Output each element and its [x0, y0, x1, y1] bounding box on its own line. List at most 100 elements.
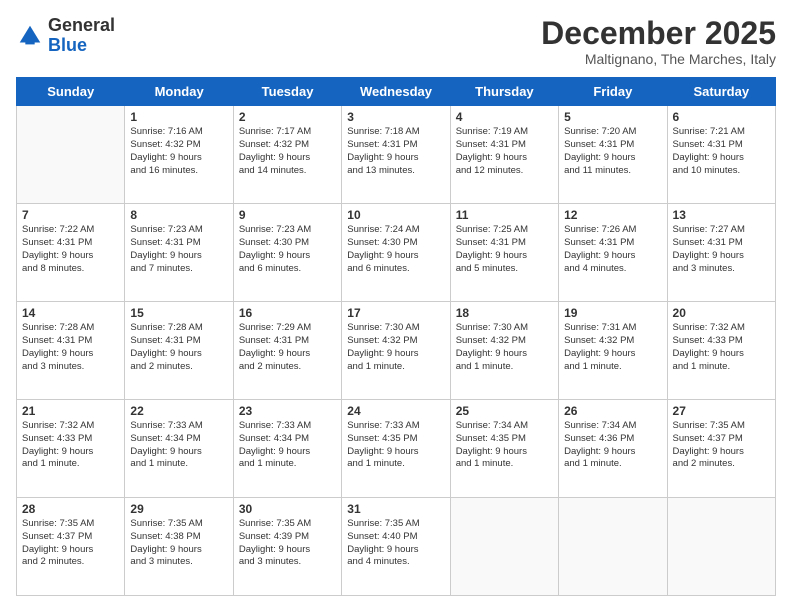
calendar-cell: 8Sunrise: 7:23 AMSunset: 4:31 PMDaylight…: [125, 204, 233, 302]
calendar-cell: 20 Sunrise: 7:32 AMSunset: 4:33 PMDayligh…: [667, 302, 775, 400]
calendar-cell: 26 Sunrise: 7:34 AMSunset: 4:36 PMDayligh…: [559, 400, 667, 498]
day-info: Sunrise: 7:16 AMSunset: 4:32 PMDaylight:…: [130, 126, 227, 177]
calendar-cell: 1Sunrise: 7:16 AMSunset: 4:32 PMDaylight…: [125, 106, 233, 204]
day-info: Sunrise: 7:35 AMSunset: 4:37 PMDaylight:…: [673, 420, 770, 471]
day-number: 12: [564, 208, 661, 222]
day-number: 3: [347, 110, 444, 124]
day-header-saturday: Saturday: [667, 78, 775, 106]
day-number: 7: [22, 208, 119, 222]
week-row-1: 7 Sunrise: 7:22 AMSunset: 4:31 PMDaylight…: [17, 204, 776, 302]
day-info: Sunrise: 7:35 AMSunset: 4:40 PMDaylight:…: [347, 518, 444, 569]
day-info: Sunrise: 7:35 AMSunset: 4:38 PMDaylight:…: [130, 518, 227, 569]
calendar-cell: [559, 498, 667, 596]
calendar-cell: 10Sunrise: 7:24 AMSunset: 4:30 PMDayligh…: [342, 204, 450, 302]
day-number: 28: [22, 502, 119, 516]
day-info: Sunrise: 7:30 AMSunset: 4:32 PMDaylight:…: [347, 322, 444, 373]
day-number: 4: [456, 110, 553, 124]
day-info: Sunrise: 7:17 AMSunset: 4:32 PMDaylight:…: [239, 126, 336, 177]
day-info: Sunrise: 7:34 AMSunset: 4:35 PMDaylight:…: [456, 420, 553, 471]
calendar-cell: [450, 498, 558, 596]
day-header-tuesday: Tuesday: [233, 78, 341, 106]
day-info: Sunrise: 7:20 AMSunset: 4:31 PMDaylight:…: [564, 126, 661, 177]
calendar-body: 1Sunrise: 7:16 AMSunset: 4:32 PMDaylight…: [17, 106, 776, 596]
days-header-row: SundayMondayTuesdayWednesdayThursdayFrid…: [17, 78, 776, 106]
day-info: Sunrise: 7:23 AMSunset: 4:31 PMDaylight:…: [130, 224, 227, 275]
calendar-cell: 2 Sunrise: 7:17 AMSunset: 4:32 PMDaylight…: [233, 106, 341, 204]
calendar-cell: [17, 106, 125, 204]
calendar-cell: 17 Sunrise: 7:30 AMSunset: 4:32 PMDayligh…: [342, 302, 450, 400]
day-info: Sunrise: 7:27 AMSunset: 4:31 PMDaylight:…: [673, 224, 770, 275]
calendar-cell: 22Sunrise: 7:33 AMSunset: 4:34 PMDayligh…: [125, 400, 233, 498]
day-info: Sunrise: 7:23 AMSunset: 4:30 PMDaylight:…: [239, 224, 336, 275]
day-info: Sunrise: 7:28 AMSunset: 4:31 PMDaylight:…: [22, 322, 119, 373]
day-number: 19: [564, 306, 661, 320]
calendar-cell: 28Sunrise: 7:35 AMSunset: 4:37 PMDayligh…: [17, 498, 125, 596]
calendar-cell: 13 Sunrise: 7:27 AMSunset: 4:31 PMDayligh…: [667, 204, 775, 302]
day-info: Sunrise: 7:29 AMSunset: 4:31 PMDaylight:…: [239, 322, 336, 373]
day-info: Sunrise: 7:22 AMSunset: 4:31 PMDaylight:…: [22, 224, 119, 275]
day-info: Sunrise: 7:19 AMSunset: 4:31 PMDaylight:…: [456, 126, 553, 177]
calendar-cell: 24 Sunrise: 7:33 AMSunset: 4:35 PMDayligh…: [342, 400, 450, 498]
week-row-4: 28Sunrise: 7:35 AMSunset: 4:37 PMDayligh…: [17, 498, 776, 596]
day-header-wednesday: Wednesday: [342, 78, 450, 106]
calendar-cell: 3 Sunrise: 7:18 AMSunset: 4:31 PMDaylight…: [342, 106, 450, 204]
day-info: Sunrise: 7:32 AMSunset: 4:33 PMDaylight:…: [673, 322, 770, 373]
logo-text: General Blue: [48, 16, 115, 56]
day-number: 11: [456, 208, 553, 222]
day-header-thursday: Thursday: [450, 78, 558, 106]
week-row-0: 1Sunrise: 7:16 AMSunset: 4:32 PMDaylight…: [17, 106, 776, 204]
logo-blue: Blue: [48, 35, 87, 55]
calendar-cell: 19 Sunrise: 7:31 AMSunset: 4:32 PMDayligh…: [559, 302, 667, 400]
calendar-cell: 30 Sunrise: 7:35 AMSunset: 4:39 PMDayligh…: [233, 498, 341, 596]
calendar-cell: 25 Sunrise: 7:34 AMSunset: 4:35 PMDayligh…: [450, 400, 558, 498]
day-header-sunday: Sunday: [17, 78, 125, 106]
day-info: Sunrise: 7:18 AMSunset: 4:31 PMDaylight:…: [347, 126, 444, 177]
day-number: 25: [456, 404, 553, 418]
day-number: 30: [239, 502, 336, 516]
day-number: 14: [22, 306, 119, 320]
calendar-cell: [667, 498, 775, 596]
day-number: 16: [239, 306, 336, 320]
day-number: 26: [564, 404, 661, 418]
calendar-cell: 14 Sunrise: 7:28 AMSunset: 4:31 PMDayligh…: [17, 302, 125, 400]
calendar-cell: 27Sunrise: 7:35 AMSunset: 4:37 PMDayligh…: [667, 400, 775, 498]
day-info: Sunrise: 7:25 AMSunset: 4:31 PMDaylight:…: [456, 224, 553, 275]
day-number: 5: [564, 110, 661, 124]
day-number: 2: [239, 110, 336, 124]
day-number: 13: [673, 208, 770, 222]
calendar-cell: 7 Sunrise: 7:22 AMSunset: 4:31 PMDaylight…: [17, 204, 125, 302]
day-info: Sunrise: 7:31 AMSunset: 4:32 PMDaylight:…: [564, 322, 661, 373]
calendar-cell: 31 Sunrise: 7:35 AMSunset: 4:40 PMDayligh…: [342, 498, 450, 596]
calendar-cell: 4 Sunrise: 7:19 AMSunset: 4:31 PMDaylight…: [450, 106, 558, 204]
week-row-3: 21Sunrise: 7:32 AMSunset: 4:33 PMDayligh…: [17, 400, 776, 498]
day-info: Sunrise: 7:33 AMSunset: 4:34 PMDaylight:…: [239, 420, 336, 471]
month-title: December 2025: [541, 16, 776, 51]
day-number: 24: [347, 404, 444, 418]
day-info: Sunrise: 7:24 AMSunset: 4:30 PMDaylight:…: [347, 224, 444, 275]
day-header-friday: Friday: [559, 78, 667, 106]
calendar-cell: 29Sunrise: 7:35 AMSunset: 4:38 PMDayligh…: [125, 498, 233, 596]
day-number: 20: [673, 306, 770, 320]
day-info: Sunrise: 7:28 AMSunset: 4:31 PMDaylight:…: [130, 322, 227, 373]
calendar-table: SundayMondayTuesdayWednesdayThursdayFrid…: [16, 77, 776, 596]
day-info: Sunrise: 7:35 AMSunset: 4:39 PMDaylight:…: [239, 518, 336, 569]
day-number: 23: [239, 404, 336, 418]
day-info: Sunrise: 7:32 AMSunset: 4:33 PMDaylight:…: [22, 420, 119, 471]
day-number: 17: [347, 306, 444, 320]
calendar-cell: 9Sunrise: 7:23 AMSunset: 4:30 PMDaylight…: [233, 204, 341, 302]
day-info: Sunrise: 7:33 AMSunset: 4:34 PMDaylight:…: [130, 420, 227, 471]
header: General Blue December 2025 Maltignano, T…: [16, 16, 776, 67]
calendar-cell: 23 Sunrise: 7:33 AMSunset: 4:34 PMDayligh…: [233, 400, 341, 498]
calendar-cell: 15 Sunrise: 7:28 AMSunset: 4:31 PMDayligh…: [125, 302, 233, 400]
logo-icon: [16, 22, 44, 50]
calendar-cell: 11 Sunrise: 7:25 AMSunset: 4:31 PMDayligh…: [450, 204, 558, 302]
calendar-cell: 16 Sunrise: 7:29 AMSunset: 4:31 PMDayligh…: [233, 302, 341, 400]
calendar-cell: 12Sunrise: 7:26 AMSunset: 4:31 PMDayligh…: [559, 204, 667, 302]
day-number: 6: [673, 110, 770, 124]
day-number: 15: [130, 306, 227, 320]
day-info: Sunrise: 7:34 AMSunset: 4:36 PMDaylight:…: [564, 420, 661, 471]
day-number: 31: [347, 502, 444, 516]
calendar-cell: 18Sunrise: 7:30 AMSunset: 4:32 PMDayligh…: [450, 302, 558, 400]
day-info: Sunrise: 7:33 AMSunset: 4:35 PMDaylight:…: [347, 420, 444, 471]
week-row-2: 14 Sunrise: 7:28 AMSunset: 4:31 PMDayligh…: [17, 302, 776, 400]
